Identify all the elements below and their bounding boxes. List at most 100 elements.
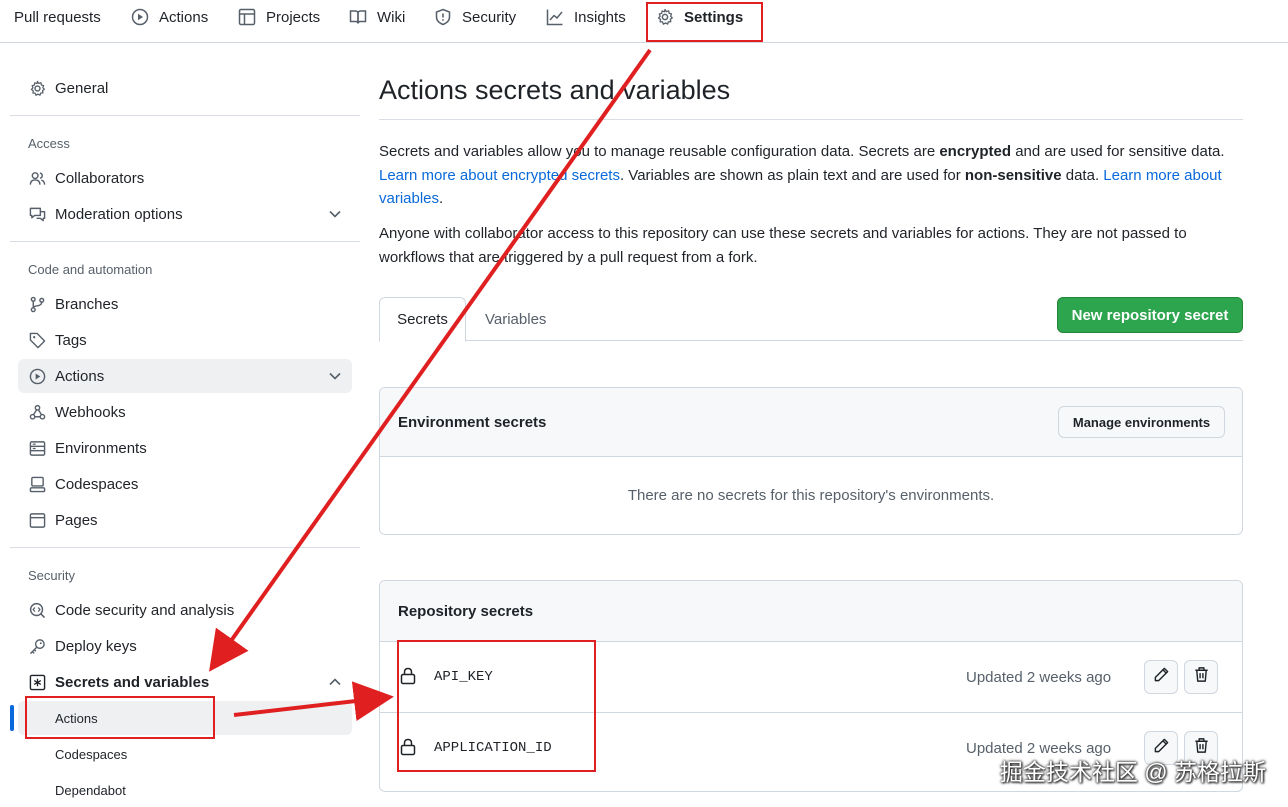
empty-state-message: There are no secrets for this repository… xyxy=(627,487,995,504)
sidebar-item-pages[interactable]: Pages xyxy=(18,503,352,537)
tab-projects[interactable]: Projects xyxy=(238,0,320,34)
chevron-down-icon xyxy=(328,207,342,221)
table-icon xyxy=(238,8,256,26)
intro-text: . Variables are shown as plain text and … xyxy=(619,166,965,184)
tab-insights[interactable]: Insights xyxy=(546,0,626,34)
lock-icon xyxy=(400,667,416,685)
sidebar-subitem-codespaces[interactable]: Codespaces xyxy=(18,737,352,771)
section-label-code-automation: Code and automation xyxy=(28,262,153,277)
sidebar-item-secrets-variables[interactable]: Secrets and variables xyxy=(18,665,352,699)
play-icon xyxy=(28,367,46,385)
intro-emphasis: non-sensitive xyxy=(964,166,1062,184)
tab-settings[interactable]: Settings xyxy=(656,0,743,34)
server-icon xyxy=(28,439,46,457)
webhook-icon xyxy=(28,403,46,421)
trash-icon xyxy=(1193,666,1210,688)
sidebar-subitem-label: Actions xyxy=(55,710,98,726)
tab-secrets[interactable]: Secrets xyxy=(379,297,466,342)
sidebar-item-label: Codespaces xyxy=(55,475,139,493)
sidebar-item-code-security[interactable]: Code security and analysis xyxy=(18,593,352,627)
gear-icon xyxy=(656,8,674,26)
repo-nav: Pull requests Actions Projects Wiki Secu… xyxy=(0,0,1288,43)
environment-secrets-heading: Environment secrets xyxy=(398,414,547,431)
delete-secret-button[interactable] xyxy=(1184,660,1218,694)
tab-label: Wiki xyxy=(377,8,406,26)
sidebar-item-label: Branches xyxy=(55,295,119,313)
secret-updated: Updated 2 weeks ago xyxy=(966,669,1112,686)
tab-label: Security xyxy=(462,8,517,26)
tab-security[interactable]: Security xyxy=(434,0,516,34)
title-divider xyxy=(379,119,1243,120)
sidebar-item-tags[interactable]: Tags xyxy=(18,323,352,357)
people-icon xyxy=(28,169,46,187)
browser-icon xyxy=(28,511,46,529)
settings-sidebar: General Access Collaborators Moderation … xyxy=(0,43,362,807)
key-icon xyxy=(28,637,46,655)
comment-icon xyxy=(28,205,46,223)
sidebar-item-label: Secrets and variables xyxy=(55,673,210,691)
intro-emphasis: encrypted xyxy=(939,143,1012,160)
active-indicator xyxy=(10,705,14,731)
page-title: Actions secrets and variables xyxy=(379,75,731,105)
sidebar-item-label: General xyxy=(55,79,109,97)
book-icon xyxy=(349,8,367,26)
sidebar-item-branches[interactable]: Branches xyxy=(18,287,352,321)
pencil-icon xyxy=(1153,666,1170,688)
asterisk-icon xyxy=(28,673,46,691)
repository-secrets-heading: Repository secrets xyxy=(398,603,534,620)
intro-text: . xyxy=(439,190,444,207)
lock-icon xyxy=(400,738,416,756)
play-icon xyxy=(131,8,149,26)
codespaces-icon xyxy=(28,475,46,493)
tab-variables[interactable]: Variables xyxy=(485,297,546,342)
branch-icon xyxy=(28,295,46,313)
tab-label: Projects xyxy=(266,8,321,26)
sidebar-subitem-label: Dependabot xyxy=(55,782,126,798)
sidebar-item-codespaces[interactable]: Codespaces xyxy=(18,467,352,501)
sidebar-subitem-actions[interactable]: Actions xyxy=(18,701,352,735)
link-encrypted-secrets[interactable]: Learn more about encrypted secrets xyxy=(379,167,620,184)
sidebar-item-label: Pages xyxy=(55,511,98,529)
secret-name: API_KEY xyxy=(434,669,493,685)
tab-pull-requests[interactable]: Pull requests xyxy=(14,0,101,34)
intro-text: Secrets and variables allow you to manag… xyxy=(379,143,940,160)
sidebar-item-deploy-keys[interactable]: Deploy keys xyxy=(18,629,352,663)
chevron-up-icon xyxy=(328,675,342,689)
sidebar-item-label: Environments xyxy=(55,439,147,457)
tab-label: Insights xyxy=(574,8,626,26)
sidebar-item-label: Webhooks xyxy=(55,403,126,421)
section-label-security: Security xyxy=(28,568,75,583)
environment-secrets-box: Environment secrets Manage environments … xyxy=(379,387,1243,535)
manage-environments-button[interactable]: Manage environments xyxy=(1058,406,1225,438)
sidebar-item-label: Moderation options xyxy=(55,205,183,223)
sidebar-item-label: Actions xyxy=(55,367,105,385)
sidebar-item-webhooks[interactable]: Webhooks xyxy=(18,395,352,429)
tab-actions[interactable]: Actions xyxy=(131,0,208,34)
shield-icon xyxy=(434,8,452,26)
sidebar-item-collaborators[interactable]: Collaborators xyxy=(18,161,352,195)
intro-text: data. xyxy=(1061,166,1104,184)
box-header: Environment secrets Manage environments xyxy=(380,388,1242,457)
gear-icon xyxy=(28,79,46,97)
section-label-access: Access xyxy=(28,136,70,151)
sidebar-subitem-label: Codespaces xyxy=(55,746,128,762)
sidebar-item-moderation[interactable]: Moderation options xyxy=(18,197,352,231)
new-repository-secret-button[interactable]: New repository secret xyxy=(1057,297,1243,333)
sidebar-item-general[interactable]: General xyxy=(18,71,352,105)
tag-icon xyxy=(28,331,46,349)
sidebar-subitem-dependabot[interactable]: Dependabot xyxy=(18,773,352,807)
edit-secret-button[interactable] xyxy=(1144,660,1178,694)
secret-name: APPLICATION_ID xyxy=(434,740,552,756)
access-paragraph: Anyone with collaborator access to this … xyxy=(379,225,1187,266)
graph-icon xyxy=(546,8,564,26)
sidebar-divider xyxy=(10,115,360,116)
tab-wiki[interactable]: Wiki xyxy=(349,0,405,34)
sidebar-item-label: Collaborators xyxy=(55,169,145,187)
table-row: API_KEY Updated 2 weeks ago xyxy=(380,641,1242,712)
sidebar-item-label: Deploy keys xyxy=(55,637,137,655)
watermark: 掘金技术社区 @ 苏格拉斯 xyxy=(999,759,1266,785)
sidebar-item-label: Tags xyxy=(55,331,87,349)
intro-text: and are used for sensitive data. xyxy=(1011,143,1225,160)
sidebar-item-environments[interactable]: Environments xyxy=(18,431,352,465)
sidebar-item-actions[interactable]: Actions xyxy=(18,359,352,393)
